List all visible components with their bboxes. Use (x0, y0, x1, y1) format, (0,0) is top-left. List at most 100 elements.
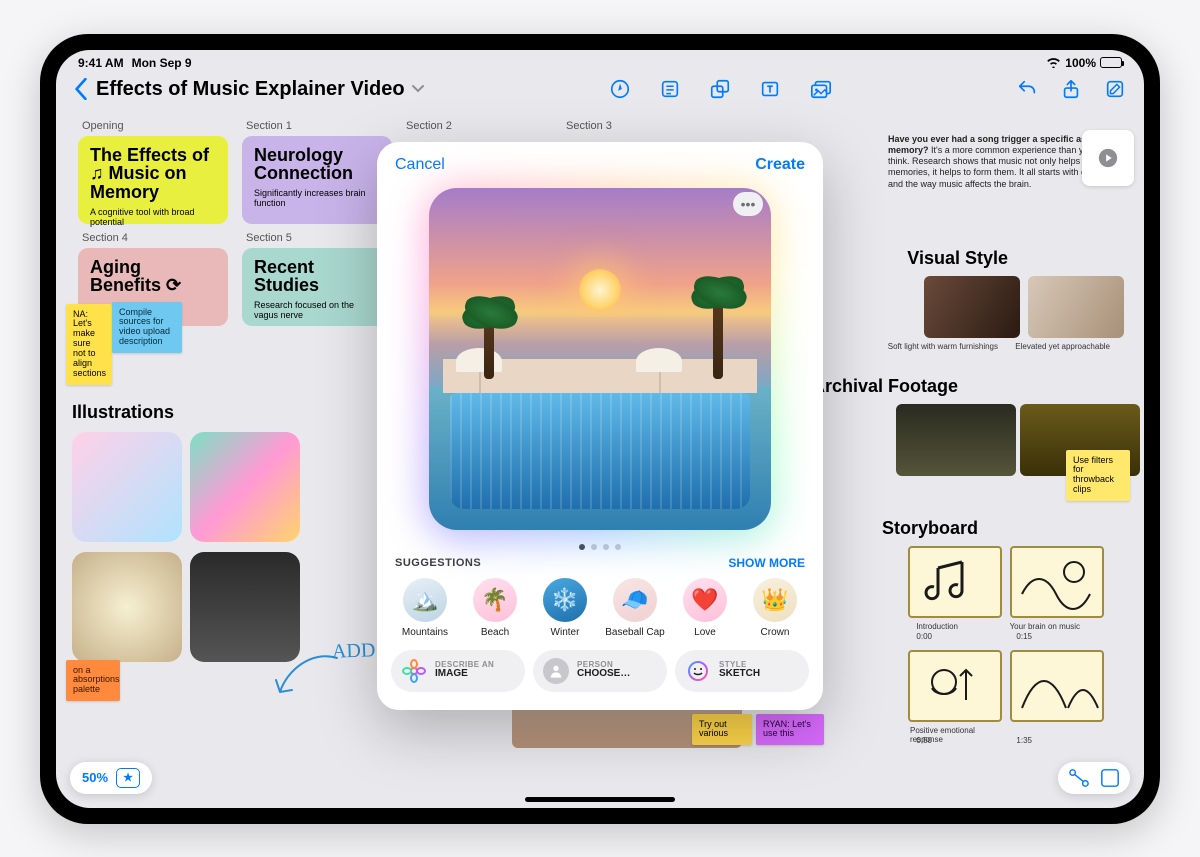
play-icon (1097, 147, 1119, 169)
battery-icon (1100, 57, 1122, 68)
storyboard-time: 0:50 (916, 736, 932, 745)
mountains-icon: 🏔️ (403, 578, 447, 622)
document-title[interactable]: Effects of Music Explainer Video (96, 78, 405, 101)
storyboard-time: 0:00 (916, 632, 932, 641)
storyboard-caption: Introduction (916, 622, 958, 631)
card-s1[interactable]: Neurology Connection Significantly incre… (242, 136, 392, 224)
crown-icon: 👑 (753, 578, 797, 622)
sticky-note[interactable]: Compile sources for video upload descrip… (112, 302, 182, 354)
panel-title: Archival Footage (812, 376, 958, 397)
text-tool-icon[interactable] (759, 78, 781, 100)
illustration-thumb[interactable] (72, 552, 182, 662)
card-opening[interactable]: The Effects of ♫ Music on Memory A cogni… (78, 136, 228, 224)
page-dot[interactable] (615, 544, 621, 550)
person-icon (543, 658, 569, 684)
status-time: 9:41 AM (78, 56, 124, 70)
pen-tool-icon[interactable] (609, 78, 631, 100)
storyboard-time: 0:15 (1016, 632, 1032, 641)
image-thumb[interactable] (1028, 276, 1124, 338)
compose-icon[interactable] (1104, 78, 1126, 100)
show-more-button[interactable]: SHOW MORE (728, 556, 805, 570)
app-header: Effects of Music Explainer Video (56, 72, 1144, 109)
panel-title: Visual Style (907, 248, 1008, 269)
status-date: Mon Sep 9 (132, 56, 192, 70)
storyboard-frame[interactable] (908, 546, 1002, 618)
page-dot[interactable] (591, 544, 597, 550)
illustration-thumb[interactable] (72, 432, 182, 542)
storyboard-frame[interactable] (1010, 546, 1104, 618)
zoom-value: 50% (82, 770, 108, 785)
page-dot[interactable] (603, 544, 609, 550)
wifi-icon (1046, 57, 1061, 68)
flower-icon (401, 658, 427, 684)
section-label: Opening (82, 120, 124, 132)
panel-title: Storyboard (882, 518, 978, 539)
cancel-button[interactable]: Cancel (395, 156, 445, 174)
generated-image-preview[interactable] (429, 188, 771, 530)
suggestion-list: 🏔️ Mountains 🌴 Beach ❄️ Winter 🧢 Basebal… (377, 578, 823, 650)
page-dot[interactable] (579, 544, 585, 550)
image-caption: Elevated yet approachable (1015, 342, 1110, 351)
section-label: Section 1 (246, 120, 292, 132)
storyboard-caption: Your brain on music (1010, 622, 1080, 631)
section-label: Section 5 (246, 232, 292, 244)
shapes-tool-icon[interactable] (709, 78, 731, 100)
media-tool-icon[interactable] (809, 78, 831, 100)
storyboard-frame[interactable] (1010, 650, 1104, 722)
illustration-thumb[interactable] (190, 552, 300, 662)
image-thumb[interactable] (924, 276, 1020, 338)
sticky-note[interactable]: on a absorptions palette (66, 660, 120, 702)
card-s5[interactable]: Recent Studies Research focused on the v… (242, 248, 392, 326)
suggestion-mountains[interactable]: 🏔️ Mountains (395, 578, 455, 638)
board-icon[interactable] (1100, 768, 1120, 788)
panel-title: Illustrations (72, 402, 174, 423)
more-options-button[interactable]: ••• (733, 192, 763, 216)
sticky-note[interactable]: Try out various (692, 714, 752, 746)
love-icon: ❤️ (683, 578, 727, 622)
beach-icon: 🌴 (473, 578, 517, 622)
winter-icon: ❄️ (543, 578, 587, 622)
style-icon (685, 658, 711, 684)
storyboard-time: 1:35 (1016, 736, 1032, 745)
image-playground-modal: Cancel Create ••• (377, 142, 823, 710)
battery-percent: 100% (1065, 56, 1096, 70)
suggestion-beach[interactable]: 🌴 Beach (465, 578, 525, 638)
toolbar-right (1016, 78, 1126, 100)
screen: 9:41 AM Mon Sep 9 100% Effects of Music … (56, 50, 1144, 808)
cap-icon: 🧢 (613, 578, 657, 622)
fit-to-screen-icon[interactable]: ★ (116, 768, 140, 788)
prompt-controls: DESCRIBE ANIMAGE PERSONCHOOSE… STYLESKET… (377, 650, 823, 692)
create-button[interactable]: Create (755, 156, 805, 174)
storyboard-frame[interactable] (908, 650, 1002, 722)
suggestions-label: SUGGESTIONS (395, 557, 481, 569)
chevron-down-icon[interactable] (411, 84, 425, 94)
home-indicator[interactable] (525, 797, 675, 802)
suggestion-baseball-cap[interactable]: 🧢 Baseball Cap (605, 578, 665, 638)
audio-attachment[interactable] (1082, 130, 1134, 186)
illustration-thumb[interactable] (190, 432, 300, 542)
connections-icon[interactable] (1068, 768, 1090, 788)
section-label: Section 3 (566, 120, 612, 132)
arrow-drawing (272, 650, 342, 700)
sticky-note[interactable]: Use filters for throwback clips (1066, 450, 1130, 502)
view-tools (1058, 762, 1130, 794)
suggestion-crown[interactable]: 👑 Crown (745, 578, 805, 638)
undo-icon[interactable] (1016, 78, 1038, 100)
sticky-note[interactable]: NA: Let's make sure not to align section… (66, 304, 112, 385)
section-label: Section 4 (82, 232, 128, 244)
image-caption: Soft light with warm furnishings (888, 342, 998, 351)
describe-image-button[interactable]: DESCRIBE ANIMAGE (391, 650, 525, 692)
image-thumb[interactable] (896, 404, 1016, 476)
status-bar: 9:41 AM Mon Sep 9 100% (56, 50, 1144, 72)
zoom-control[interactable]: 50% ★ (70, 762, 152, 794)
note-tool-icon[interactable] (659, 78, 681, 100)
section-label: Section 2 (406, 120, 452, 132)
sticky-note[interactable]: RYAN: Let's use this (756, 714, 824, 746)
toolbar-center (609, 78, 831, 100)
suggestion-love[interactable]: ❤️ Love (675, 578, 735, 638)
back-button[interactable] (74, 78, 88, 100)
suggestion-winter[interactable]: ❄️ Winter (535, 578, 595, 638)
choose-person-button[interactable]: PERSONCHOOSE… (533, 650, 667, 692)
choose-style-button[interactable]: STYLESKETCH (675, 650, 809, 692)
share-icon[interactable] (1060, 78, 1082, 100)
